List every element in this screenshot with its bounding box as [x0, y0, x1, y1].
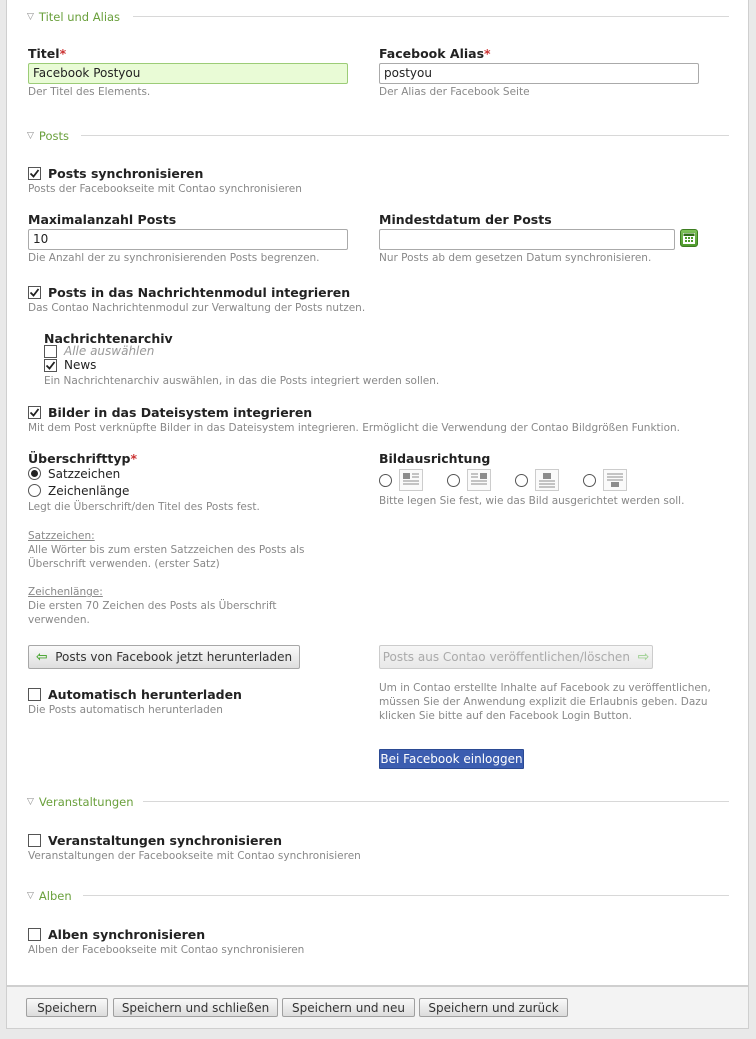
edit-form-panel: ▽ Titel und Alias Titel* Facebook Postyo…: [6, 0, 749, 986]
titel-label: Titel*: [28, 46, 67, 61]
collapse-triangle-icon: ▽: [27, 131, 34, 141]
legend-posts[interactable]: ▽ Posts: [27, 129, 69, 143]
alias-label: Facebook Alias*: [379, 46, 491, 61]
alias-help: Der Alias der Facebook Seite: [379, 86, 530, 98]
arrow-right-icon: ⇨: [637, 649, 650, 665]
events-sync-label: Veranstaltungen synchronisieren: [48, 833, 283, 848]
news-archive-help: Ein Nachrichtenarchiv auswählen, in das …: [44, 375, 440, 387]
legend-divider: [81, 135, 729, 136]
image-align-radio-2[interactable]: [447, 474, 460, 487]
events-sync-checkbox[interactable]: [28, 834, 41, 847]
legend-divider: [83, 895, 729, 896]
image-align-radio-3[interactable]: [515, 474, 528, 487]
max-posts-label: Maximalanzahl Posts: [28, 212, 177, 227]
posts-sync-help: Posts der Facebookseite mit Contao synch…: [28, 183, 302, 195]
legend-veranstaltungen[interactable]: ▽ Veranstaltungen: [27, 795, 134, 809]
note-satzzeichen-text: Alle Wörter bis zum ersten Satzzeichen d…: [28, 544, 305, 570]
calendar-icon[interactable]: [680, 229, 698, 247]
form-footer: Speichern Speichern und schließen Speich…: [6, 986, 749, 1029]
legend-titel-alias[interactable]: ▽ Titel und Alias: [27, 10, 120, 24]
save-button[interactable]: Speichern: [26, 998, 108, 1017]
arrow-left-icon: ⇦: [35, 649, 48, 665]
news-archive-item-checkbox[interactable]: [44, 359, 57, 372]
collapse-triangle-icon: ▽: [27, 12, 34, 22]
heading-type-radio-zeichenlaenge[interactable]: [28, 484, 41, 497]
posts-sync-label: Posts synchronisieren: [48, 166, 204, 181]
news-integrate-help: Das Contao Nachrichtenmodul zur Verwaltu…: [28, 302, 366, 314]
align-left-icon: [399, 469, 423, 491]
collapse-triangle-icon: ▽: [27, 891, 34, 901]
image-align-radio-1[interactable]: [379, 474, 392, 487]
save-close-button[interactable]: Speichern und schließen: [113, 998, 278, 1017]
legend-alben[interactable]: ▽ Alben: [27, 889, 72, 903]
image-align-help: Bitte legen Sie fest, wie das Bild ausge…: [379, 495, 685, 507]
auto-download-label: Automatisch herunterladen: [48, 687, 242, 702]
images-integrate-checkbox[interactable]: [28, 406, 41, 419]
auto-download-checkbox[interactable]: [28, 688, 41, 701]
heading-type-radio-satzzeichen[interactable]: [28, 467, 41, 480]
download-posts-button[interactable]: ⇦ Posts von Facebook jetzt herunterladen: [28, 645, 300, 669]
min-date-label: Mindestdatum der Posts: [379, 212, 552, 227]
legend-divider: [143, 801, 729, 802]
note-zeichenlaenge-text: Die ersten 70 Zeichen des Posts als Über…: [28, 600, 277, 626]
align-right-icon: [467, 469, 491, 491]
min-date-input[interactable]: [379, 229, 675, 250]
select-all-checkbox[interactable]: [44, 345, 57, 358]
images-integrate-label: Bilder in das Dateisystem integrieren: [48, 405, 313, 420]
titel-input[interactable]: Facebook Postyou: [28, 63, 348, 84]
publish-posts-button[interactable]: Posts aus Contao veröffentlichen/löschen…: [379, 645, 653, 669]
note-zeichenlaenge-title: Zeichenlänge:: [28, 586, 103, 598]
news-integrate-label: Posts in das Nachrichtenmodul integriere…: [48, 285, 351, 300]
events-sync-help: Veranstaltungen der Facebookseite mit Co…: [28, 850, 361, 862]
collapse-triangle-icon: ▽: [27, 797, 34, 807]
heading-type-label: Überschrifttyp*: [28, 451, 137, 466]
image-align-label: Bildausrichtung: [379, 451, 491, 466]
checkmark-icon: [29, 169, 40, 178]
alias-input[interactable]: postyou: [379, 63, 699, 84]
select-all-label: Alle auswählen: [64, 344, 155, 358]
facebook-login-button[interactable]: Bei Facebook einloggen: [379, 749, 524, 769]
image-align-radio-4[interactable]: [583, 474, 596, 487]
align-bottom-icon: [603, 469, 627, 491]
albums-sync-help: Alben der Facebookseite mit Contao synch…: [28, 944, 305, 956]
heading-type-option-satzzeichen: Satzzeichen: [48, 467, 121, 481]
min-date-help: Nur Posts ab dem gesetzen Datum synchron…: [379, 252, 652, 264]
titel-help: Der Titel des Elements.: [28, 86, 151, 98]
posts-sync-checkbox[interactable]: [28, 167, 41, 180]
fb-login-text: Um in Contao erstellte Inhalte auf Faceb…: [379, 682, 711, 722]
save-new-button[interactable]: Speichern und neu: [282, 998, 415, 1017]
max-posts-help: Die Anzahl der zu synchronisierenden Pos…: [28, 252, 320, 264]
images-integrate-help: Mit dem Post verknüpfte Bilder in das Da…: [28, 422, 680, 434]
legend-divider: [133, 16, 729, 17]
align-top-icon: [535, 469, 559, 491]
albums-sync-label: Alben synchronisieren: [48, 927, 206, 942]
save-back-button[interactable]: Speichern und zurück: [419, 998, 568, 1017]
auto-download-help: Die Posts automatisch herunterladen: [28, 704, 223, 716]
checkmark-icon: [29, 408, 40, 417]
heading-type-option-zeichenlaenge: Zeichenlänge: [48, 484, 130, 498]
heading-type-help: Legt die Überschrift/den Titel des Posts…: [28, 501, 260, 513]
max-posts-input[interactable]: 10: [28, 229, 348, 250]
checkmark-icon: [29, 288, 40, 297]
checkmark-icon: [45, 361, 56, 370]
news-integrate-checkbox[interactable]: [28, 286, 41, 299]
news-archive-item-label: News: [64, 358, 97, 372]
note-satzzeichen-title: Satzzeichen:: [28, 530, 95, 542]
albums-sync-checkbox[interactable]: [28, 928, 41, 941]
